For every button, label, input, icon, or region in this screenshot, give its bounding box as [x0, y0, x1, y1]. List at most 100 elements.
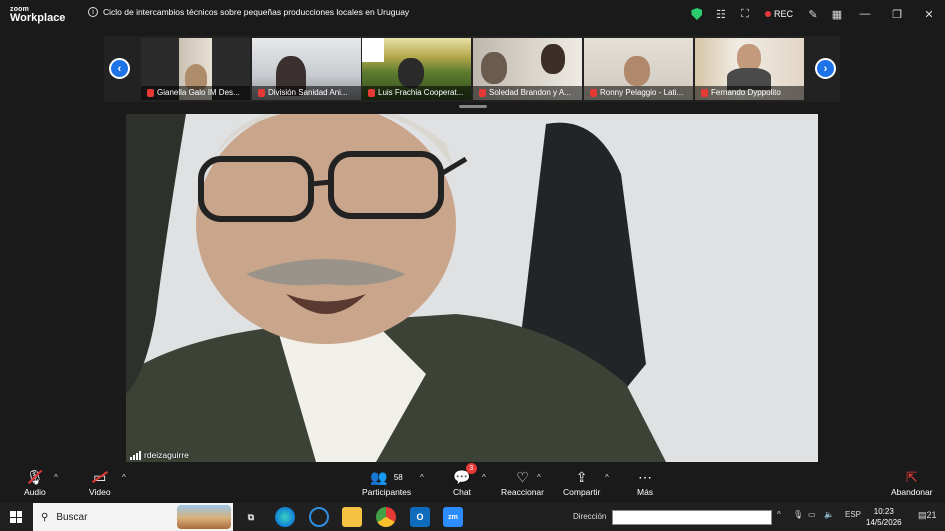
chat-button[interactable]: 💬 3 Chat: [453, 463, 477, 497]
mic-muted-icon: [479, 89, 486, 97]
chat-options-caret[interactable]: ^: [482, 473, 486, 482]
speaker-illustration: [126, 114, 818, 462]
mic-muted-icon: [147, 89, 154, 97]
participant-name: Gianella Galo IM Des...: [157, 88, 240, 97]
clock-time: 10:23: [873, 507, 894, 516]
video-label: Video: [89, 487, 111, 497]
active-speaker-video: [126, 114, 818, 462]
rec-label: REC: [773, 9, 793, 19]
active-speaker-name: rdeizaguirre: [144, 450, 189, 460]
volume-icon[interactable]: 🔈: [824, 510, 834, 519]
view-layout-icon[interactable]: ▦: [825, 4, 849, 24]
restore-button[interactable]: ❐: [881, 8, 913, 21]
tray-expand-icon[interactable]: ^: [777, 510, 781, 519]
chat-label: Chat: [453, 487, 471, 497]
heart-icon: ♡: [516, 468, 529, 485]
chevron-right-icon: ›: [823, 62, 828, 75]
apps-icon[interactable]: ⛶: [733, 4, 757, 24]
network-icon[interactable]: ▭: [808, 510, 816, 519]
react-button[interactable]: ♡ Reaccionar: [501, 467, 544, 498]
leave-label: Abandonar: [891, 487, 933, 497]
leave-icon: ⇱: [905, 468, 918, 485]
video-button[interactable]: ▭ Video: [89, 467, 111, 498]
participant-name: Ronny Pelaggio - Lati...: [600, 88, 684, 97]
audio-options-caret[interactable]: ^: [54, 473, 58, 482]
participants-options-caret[interactable]: ^: [420, 473, 424, 482]
address-bar-input[interactable]: [612, 510, 772, 525]
address-label: Dirección: [573, 512, 607, 521]
mic-muted-icon: [368, 89, 375, 97]
participant-tile[interactable]: Fernando Dyppolito: [695, 38, 804, 100]
chrome-icon[interactable]: [376, 507, 396, 527]
audio-label: Audio: [24, 487, 46, 497]
share-button[interactable]: ⇪ Compartir: [563, 467, 601, 498]
participants-count: 58: [393, 472, 403, 482]
participant-name: Soledad Brandon y A...: [489, 88, 571, 97]
file-explorer-icon[interactable]: [342, 507, 362, 527]
meeting-controls: 🎙 Audio ^ ▭ Video ^ 👥58 Participantes ^ …: [0, 463, 945, 502]
participant-tile[interactable]: Gianella Galo IM Des...: [141, 38, 250, 100]
strip-next-button[interactable]: ›: [815, 58, 836, 79]
zoom-logo: zoom Workplace: [10, 5, 66, 24]
participant-tile[interactable]: División Sanidad Ani...: [252, 38, 361, 100]
notification-count: 21: [926, 510, 937, 520]
recording-indicator[interactable]: REC: [764, 9, 793, 19]
search-placeholder: Buscar: [56, 511, 88, 523]
more-icon: ⋯: [638, 468, 653, 485]
rec-dot-icon: [764, 11, 771, 17]
signal-bars-icon: [130, 450, 141, 460]
strip-drag-handle[interactable]: [459, 105, 487, 108]
video-off-icon: ▭: [91, 467, 108, 487]
participant-name: Luis Frachia Cooperat...: [378, 88, 464, 97]
react-options-caret[interactable]: ^: [537, 473, 541, 482]
leave-button[interactable]: ⇱ Abandonar: [891, 467, 933, 498]
title-bar: zoom Workplace i Ciclo de intercambios t…: [0, 0, 945, 28]
edge-icon[interactable]: [275, 507, 295, 527]
share-options-caret[interactable]: ^: [605, 473, 609, 482]
chat-badge: 3: [465, 463, 477, 474]
notes-icon[interactable]: ☷: [709, 4, 733, 24]
chevron-left-icon: ‹: [117, 62, 122, 75]
mic-muted-icon: [258, 89, 265, 97]
share-screen-icon: ⇪: [575, 468, 588, 485]
close-button[interactable]: ✕: [913, 8, 945, 21]
react-label: Reaccionar: [501, 487, 544, 497]
zoom-taskbar-icon[interactable]: zm: [443, 507, 463, 527]
active-speaker-label: rdeizaguirre: [130, 450, 189, 460]
clock-date: 14/5/2026: [866, 518, 902, 527]
strip-prev-button[interactable]: ‹: [109, 58, 130, 79]
participants-button[interactable]: 👥 58 Participantes: [362, 467, 412, 498]
meeting-title-text: Ciclo de intercambios técnicos sobre peq…: [103, 7, 410, 17]
mic-muted-icon: [590, 89, 597, 97]
system-clock[interactable]: 10:23 14/5/2026: [866, 506, 902, 528]
browser-icon[interactable]: [309, 507, 329, 527]
outlook-icon[interactable]: O: [410, 507, 430, 527]
annotate-pen-icon[interactable]: ✎: [801, 4, 825, 24]
notifications-icon[interactable]: ▤21: [918, 510, 937, 521]
share-label: Compartir: [563, 487, 601, 497]
participant-tile[interactable]: Ronny Pelaggio - Lati...: [584, 38, 693, 100]
participants-icon: 👥 58: [370, 468, 403, 485]
audio-button[interactable]: 🎙 Audio: [24, 467, 46, 498]
participant-name: Fernando Dyppolito: [711, 88, 781, 97]
chat-icon: 💬 3: [453, 463, 477, 487]
participant-tile[interactable]: Soledad Brandon y A...: [473, 38, 582, 100]
more-button[interactable]: ⋯ Más: [637, 467, 654, 498]
more-label: Más: [637, 487, 654, 497]
windows-start-icon[interactable]: [10, 511, 22, 523]
taskbar-search[interactable]: ⚲ Buscar: [33, 503, 233, 531]
language-indicator[interactable]: ESP: [845, 510, 861, 519]
minimize-button[interactable]: —: [849, 8, 881, 20]
security-shield-icon[interactable]: [685, 4, 709, 24]
task-view-icon[interactable]: ⧉: [241, 507, 261, 527]
participant-tile[interactable]: Luis Frachia Cooperat...: [362, 38, 471, 100]
video-options-caret[interactable]: ^: [122, 473, 126, 482]
logo-line2: Workplace: [10, 12, 66, 24]
participants-label: Participantes: [362, 487, 412, 497]
search-highlight-image: [177, 505, 231, 529]
search-icon: ⚲: [41, 511, 49, 523]
participant-name: División Sanidad Ani...: [268, 88, 348, 97]
mic-tray-icon[interactable]: 🎙: [793, 510, 803, 519]
meeting-title: i Ciclo de intercambios técnicos sobre p…: [88, 7, 409, 17]
info-icon[interactable]: i: [88, 7, 98, 17]
